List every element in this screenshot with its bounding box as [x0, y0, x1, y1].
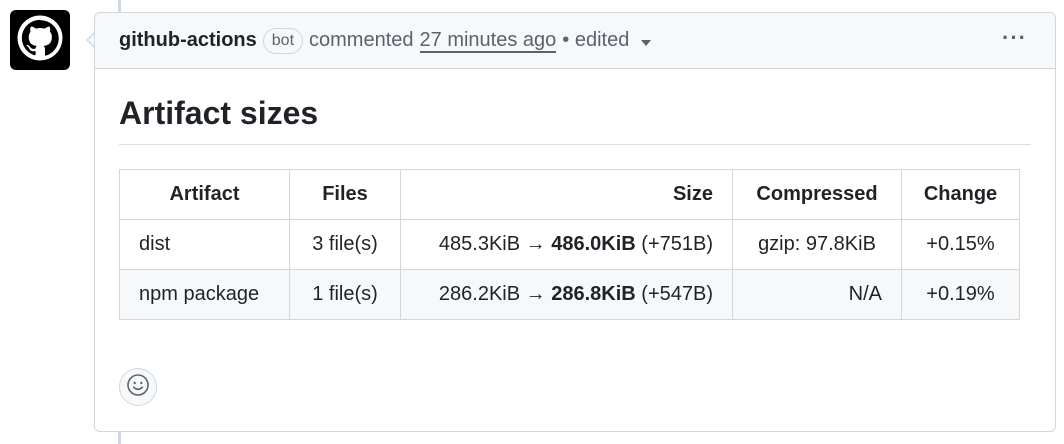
header-size: Size	[400, 169, 733, 220]
table-header-row: Artifact Files Size Compressed Change	[119, 169, 1020, 220]
edited-label[interactable]: • edited	[562, 29, 629, 52]
header-compressed: Compressed	[732, 169, 902, 220]
comment-action: commented	[309, 29, 414, 51]
size-delta: (+751B)	[641, 233, 713, 255]
header-change: Change	[901, 169, 1020, 220]
size-before: 485.3KiB →	[438, 233, 546, 255]
cell-compressed: gzip: 97.8KiB	[732, 219, 902, 270]
size-after: 486.0KiB	[551, 233, 636, 255]
header-files: Files	[289, 169, 401, 220]
avatar[interactable]	[10, 10, 70, 70]
cell-size: 286.2KiB → 286.8KiB (+547B)	[400, 269, 733, 320]
header-artifact: Artifact	[119, 169, 290, 220]
bot-badge: bot	[262, 27, 304, 54]
cell-files: 1 file(s)	[289, 269, 401, 320]
author-link[interactable]: github-actions	[119, 29, 257, 52]
artifact-table: Artifact Files Size Compressed Change di…	[119, 169, 1020, 320]
cell-files: 3 file(s)	[289, 219, 401, 270]
github-logo-icon	[15, 13, 65, 68]
add-reaction-button[interactable]	[119, 368, 157, 406]
cell-change: +0.15%	[901, 219, 1020, 270]
smiley-icon	[126, 373, 150, 402]
triangle-down-icon[interactable]	[641, 39, 652, 46]
comment-card: github-actions bot commented 27 minutes …	[94, 12, 1056, 432]
artifact-sizes-heading: Artifact sizes	[119, 95, 1031, 145]
cell-change: +0.19%	[901, 269, 1020, 320]
size-after: 286.8KiB	[551, 283, 636, 305]
comment-body: Artifact sizes Artifact Files Size Compr…	[95, 95, 1055, 320]
kebab-icon[interactable]: ···	[1002, 27, 1027, 49]
timestamp-link[interactable]: 27 minutes ago	[419, 29, 557, 53]
size-before: 286.2KiB →	[438, 283, 546, 305]
comment-header: github-actions bot commented 27 minutes …	[95, 13, 1055, 69]
cell-artifact: dist	[119, 219, 290, 270]
size-delta: (+547B)	[641, 283, 713, 305]
cell-artifact: npm package	[119, 269, 290, 320]
cell-size: 485.3KiB → 486.0KiB (+751B)	[400, 219, 733, 270]
table-row: npm package 1 file(s) 286.2KiB → 286.8Ki…	[119, 269, 1020, 320]
table-row: dist 3 file(s) 485.3KiB → 486.0KiB (+751…	[119, 219, 1020, 270]
cell-compressed: N/A	[732, 269, 902, 320]
